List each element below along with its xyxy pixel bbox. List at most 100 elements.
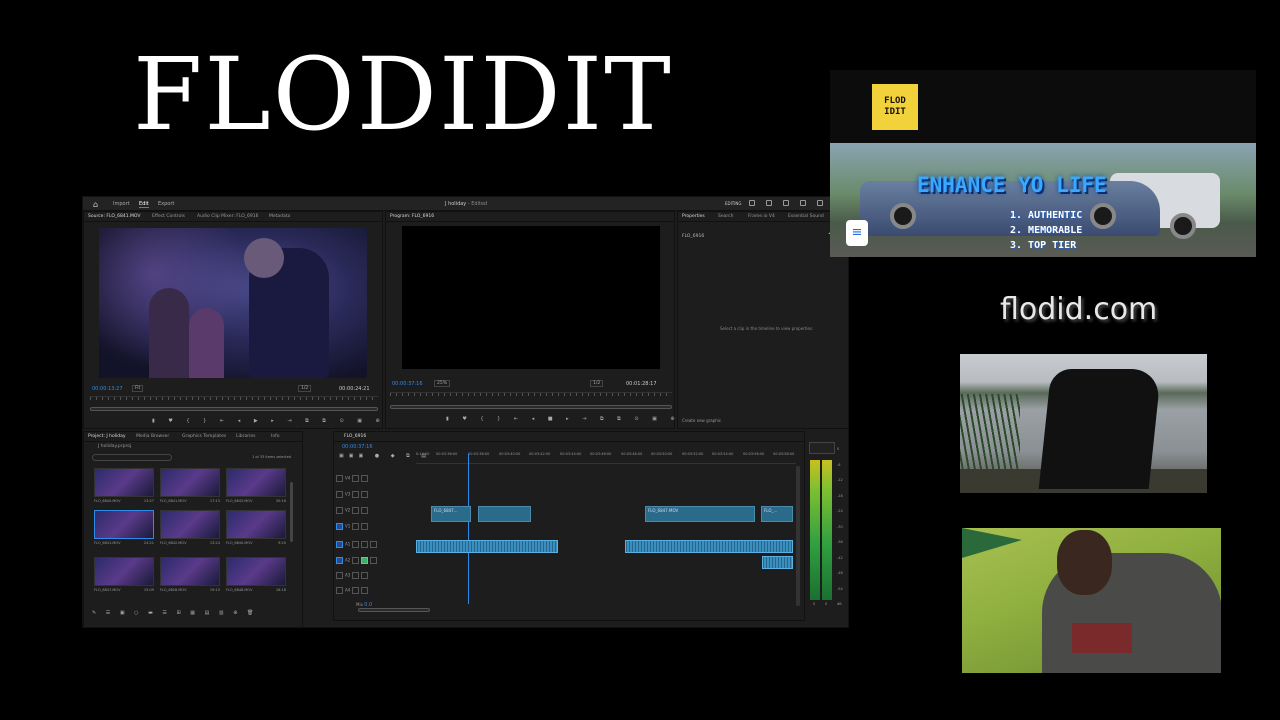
tab-source[interactable]: Source: FLO_6841.MOV [88, 214, 140, 219]
timeline-tabs: FLO_6916 [334, 432, 804, 442]
project-item[interactable]: FLO_6848.MOV 18:18 [226, 557, 286, 592]
program-transport-controls[interactable]: ▮ ♥ { } ⇤ ◂ ■ ▸ ⇥ ⧉ ⧉ ⊙ ▣ ⊕ ✚ [446, 416, 698, 422]
source-video-frame[interactable] [99, 228, 367, 378]
program-duration: 00:01:28:17 [626, 381, 657, 387]
timeline-timecode[interactable]: 00:00:37:16 [342, 444, 373, 450]
properties-empty-message: Select a clip in the timeline to view pr… [720, 326, 814, 331]
project-item[interactable]: FLO_6828.MOV 19:15 [160, 557, 220, 592]
brand-title: FLODIDIT [133, 36, 673, 153]
program-video-frame[interactable] [402, 226, 660, 369]
track-header-a1[interactable]: A1 [336, 541, 379, 548]
tab-metadata: Metadata [269, 214, 291, 219]
nav-edit[interactable]: Edit [139, 201, 149, 208]
source-resolution-dropdown[interactable]: 1/2 [298, 385, 312, 392]
project-item[interactable]: FLO_6841.MOV 17:13 [160, 468, 220, 503]
track-header-a3[interactable]: A3 [336, 572, 370, 579]
workspaces-icon[interactable] [749, 200, 755, 206]
tab-properties[interactable]: Properties [682, 214, 705, 219]
source-transport-controls[interactable]: ▮ ♥ { } ⇤ ◂ ▶ ▸ ⇥ ⧉ ⧉ ⊙ ▣ ⊕ ✚ [152, 418, 404, 424]
meter-solo-left[interactable]: S [813, 602, 815, 606]
promo-list: 1. AUTHENTIC 2. MEMORABLE 3. TOP TIER [1010, 210, 1083, 251]
project-item[interactable]: FLO_6843.MOV 30:16 [226, 468, 286, 503]
project-search-input[interactable] [92, 454, 172, 461]
project-panel: Project: J holiday Media Browser Graphic… [83, 431, 303, 627]
audio-meter: 0 -6 -12 -18 -24 -30 -36 -42 -48 -54 dB S S [809, 442, 843, 608]
project-item[interactable]: FLO_6842.MOV 13:24 [160, 510, 220, 545]
notifications-icon[interactable] [817, 200, 823, 206]
workspace-label[interactable]: EDITING [725, 201, 742, 206]
source-scrollbar[interactable] [90, 407, 378, 411]
program-monitor: Program: FLO_6916 00:00:37:16 25% 1/2 00… [385, 211, 692, 429]
program-timecode[interactable]: 00:00:37:16 [392, 381, 423, 387]
lake-chair-photo [960, 354, 1207, 493]
tab-frameio[interactable]: Frame.io V4 [748, 214, 775, 219]
timeline-audio-clip-a1[interactable] [416, 540, 558, 553]
timeline-ruler[interactable]: 0:14:00 00:03:36:00 00:03:38:00 00:03:40… [416, 450, 796, 464]
track-header-a4[interactable]: A4 [336, 587, 370, 594]
program-scrollbar[interactable] [390, 405, 672, 409]
timeline-horizontal-scrollbar[interactable] [358, 608, 430, 612]
source-fit-dropdown[interactable]: Fit [132, 385, 144, 392]
timeline-clip-v2[interactable] [478, 506, 531, 522]
tab-essential-sound[interactable]: Essential Sound [788, 214, 824, 219]
tab-libraries[interactable]: Libraries [236, 434, 255, 439]
tab-media-browser[interactable]: Media Browser [136, 434, 169, 439]
program-tabs: Program: FLO_6916 [386, 212, 674, 222]
timeline-audio-clip-a1[interactable] [625, 540, 793, 553]
playhead[interactable] [468, 454, 469, 604]
source-tabs: Source: FLO_6841.MOV Effect Controls Aud… [84, 212, 382, 222]
project-item[interactable]: FLO_6840.MOV 13:27 [94, 468, 154, 503]
program-time-ruler[interactable] [390, 392, 672, 400]
tab-graphics-templates[interactable]: Graphics Templates [182, 434, 226, 439]
timeline-audio-clip-a2[interactable] [762, 556, 793, 569]
timeline-clip-v2[interactable]: FLO_... [761, 506, 793, 522]
project-item[interactable]: FLO_6840.MOV 9:20 [226, 510, 286, 545]
quick-export-icon[interactable] [783, 200, 789, 206]
track-header-v4[interactable]: V4 [336, 475, 370, 482]
promo-headline: ENHANCE YO LIFE [917, 173, 1107, 197]
share-icon[interactable] [766, 200, 772, 206]
source-time-ruler[interactable] [90, 396, 378, 404]
timeline-clip-v2[interactable]: FLO_6847... [431, 506, 471, 522]
flodidit-logo: FLOD IDIT [872, 84, 918, 130]
project-bottom-toolbar[interactable]: ✎ ☰ ▣ ○ ▬ ☰ ⊞ ▦ ▤ ▥ ⊕ 🗑 [92, 610, 257, 616]
tab-audio-clip-mixer[interactable]: Audio Clip Mixer: FLO_6916 [197, 214, 258, 219]
source-timecode[interactable]: 00:00:13:27 [92, 386, 123, 392]
timeline-panel: FLO_6916 00:00:37:16 ▣▣▣ ● ◆ ⧉ ▤ 0:14:00… [333, 431, 805, 621]
project-tabs: Project: J holiday Media Browser Graphic… [84, 432, 302, 442]
nav-export[interactable]: Export [158, 201, 174, 207]
meter-solo-right[interactable]: S [825, 602, 827, 606]
source-monitor: Source: FLO_6841.MOV Effect Controls Aud… [83, 211, 398, 429]
tab-program[interactable]: Program: FLO_6916 [390, 214, 434, 219]
tab-sequence[interactable]: FLO_6916 [344, 434, 366, 439]
audio-meter-scale: 0 -6 -12 -18 -24 -30 -36 -42 -48 -54 dB [837, 447, 843, 606]
tab-project[interactable]: Project: J holiday [88, 434, 125, 439]
project-item-selected[interactable]: FLO_6841.MOV 24:21 [94, 510, 154, 545]
properties-panel: Properties Search Frame.io V4 Essential … [677, 211, 848, 429]
project-scrollbar[interactable] [290, 482, 293, 542]
timeline-vertical-scrollbar[interactable] [796, 466, 800, 606]
project-item[interactable]: FLO_6847.MOV 15:09 [94, 557, 154, 592]
menu-icon[interactable]: ≡ [846, 220, 868, 246]
home-icon[interactable]: ⌂ [93, 200, 98, 209]
tab-effect-controls[interactable]: Effect Controls [152, 214, 185, 219]
project-file-name: J holiday.prproj [98, 444, 132, 449]
tab-search[interactable]: Search [718, 214, 733, 219]
promo-banner: FLOD IDIT ENHANCE YO LIFE 1. AUTHENTIC 2… [830, 70, 1256, 257]
properties-clip-name: FLO_6916 [682, 234, 705, 239]
tab-info[interactable]: Info [271, 434, 280, 439]
program-fit-dropdown[interactable]: 25% [434, 380, 451, 387]
premiere-window: ⌂ Import Edit Export J holiday - Edited … [82, 196, 849, 628]
track-header-v3[interactable]: V3 [336, 491, 370, 498]
search-icon[interactable] [800, 200, 806, 206]
program-resolution-dropdown[interactable]: 1/2 [590, 380, 604, 387]
track-header-v1[interactable]: V1 [336, 523, 370, 530]
app-topbar: ⌂ Import Edit Export J holiday - Edited … [83, 197, 848, 211]
nav-import[interactable]: Import [113, 201, 130, 207]
track-header-v2[interactable]: V2 [336, 507, 370, 514]
selection-count: 1 of 33 items selected [252, 455, 292, 459]
project-title: J holiday - Edited [445, 201, 488, 207]
track-header-a2[interactable]: A2 [336, 557, 379, 564]
create-graphic-button[interactable]: Create new graphic [682, 418, 721, 423]
timeline-clip-v2[interactable]: FLO_6847.MOV [645, 506, 755, 522]
